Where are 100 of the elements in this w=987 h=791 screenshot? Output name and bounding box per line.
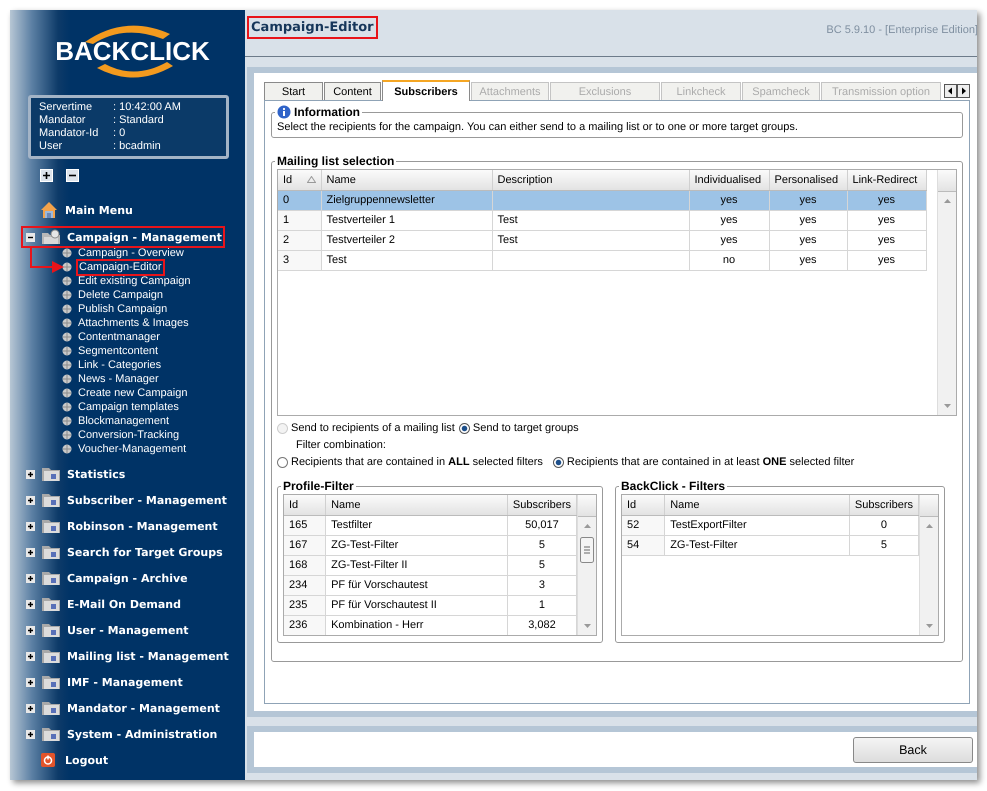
table-row[interactable]: 1 Testverteiler 1 Test yes yes yes	[278, 210, 926, 230]
nav-subitem[interactable]: Delete Campaign	[78, 288, 163, 302]
info-text: Select the recipients for the campaign. You can either send to a mailing list or to one or more target groups.	[277, 121, 799, 133]
nav-group[interactable]: System - Administration	[67, 728, 218, 740]
nav-group[interactable]: Subscriber - Management	[67, 494, 227, 506]
tab[interactable]: Subscribers	[382, 80, 470, 101]
table-cell: PF für Vorschautest II	[326, 595, 508, 615]
expand-icon[interactable]	[26, 522, 35, 530]
info-value: : 0	[113, 127, 126, 140]
tab[interactable]: Start	[264, 82, 323, 100]
bullet-icon	[62, 430, 72, 440]
expand-icon[interactable]	[26, 626, 35, 634]
bullet-icon	[62, 262, 72, 272]
column-header[interactable]: Id	[622, 495, 665, 515]
nav-group[interactable]: Mailing list - Management	[67, 650, 229, 662]
expand-icon[interactable]	[26, 652, 35, 660]
radio-button[interactable]	[458, 422, 470, 434]
bullet-icon	[62, 248, 72, 258]
nav-subitem[interactable]: Contentmanager	[78, 330, 160, 344]
nav-subitem[interactable]: Publish Campaign	[78, 302, 168, 316]
collapse-icon[interactable]	[26, 232, 35, 242]
table-cell: 236	[284, 615, 326, 635]
nav-group[interactable]: Campaign - Management	[67, 230, 222, 244]
table-cell: 0	[278, 190, 321, 210]
header-filler	[938, 170, 956, 192]
nav-subitem[interactable]: Segmentcontent	[78, 344, 158, 358]
nav-group[interactable]: Robinson - Management	[67, 520, 218, 532]
folder-icon	[41, 518, 61, 534]
nav-subitem[interactable]: Voucher-Management	[78, 442, 186, 456]
column-header[interactable]: Id	[278, 170, 321, 190]
scroll-left-icon[interactable]	[944, 84, 957, 98]
expand-icon[interactable]	[26, 548, 35, 556]
table-row[interactable]: 3 Test no yes yes	[278, 250, 926, 270]
table-row[interactable]: 0 Zielgruppennewsletter yes yes yes	[278, 190, 926, 210]
column-header[interactable]: Name	[321, 170, 492, 190]
column-header[interactable]: Link-Redirect	[847, 170, 926, 190]
nav-subitem[interactable]: Attachments & Images	[78, 316, 189, 330]
column-header[interactable]: Subscribers	[507, 495, 576, 515]
nav-group[interactable]: IMF - Management	[67, 676, 183, 688]
section-title: BackClick - Filters	[621, 479, 726, 493]
nav-item[interactable]: Logout	[65, 754, 108, 766]
table-cell: ZG-Test-Filter	[664, 535, 850, 555]
nav-group[interactable]: Statistics	[67, 468, 126, 480]
folder-icon	[41, 726, 61, 742]
expand-icon[interactable]	[26, 730, 35, 738]
nav-group[interactable]: Campaign - Archive	[67, 572, 188, 584]
expand-icon[interactable]	[26, 678, 35, 686]
column-header[interactable]: Name	[326, 495, 508, 515]
folder-icon	[41, 622, 61, 638]
scroll-thumb-icon[interactable]	[580, 537, 594, 563]
bullet-icon	[62, 402, 72, 412]
nav-subitem[interactable]: Campaign-Editor	[78, 260, 163, 274]
table-cell: yes	[769, 190, 847, 210]
table-row[interactable]: 2 Testverteiler 2 Test yes yes yes	[278, 230, 926, 250]
table-cell: 54	[622, 535, 665, 555]
column-header[interactable]: Name	[664, 495, 850, 515]
column-header[interactable]: Subscribers	[849, 495, 918, 515]
column-header[interactable]: Personalised	[769, 170, 847, 190]
nav-subitem[interactable]: Blockmanagement	[78, 414, 170, 428]
nav-group[interactable]: Search for Target Groups	[67, 546, 223, 558]
section-title: Mailing list selection	[277, 154, 394, 168]
nav-item[interactable]: Main Menu	[65, 204, 133, 216]
expand-icon[interactable]	[26, 704, 35, 712]
bullet-icon	[62, 318, 72, 328]
scroll-right-icon[interactable]	[957, 84, 970, 98]
nav-group[interactable]: Mandator - Management	[67, 702, 220, 714]
nav-group[interactable]: E-Mail On Demand	[67, 598, 182, 610]
expand-all-icon[interactable]	[40, 169, 53, 182]
folder-icon	[41, 544, 61, 560]
nav-subitem[interactable]: Edit existing Campaign	[78, 274, 191, 288]
expand-icon[interactable]	[26, 600, 35, 608]
column-header[interactable]: Individualised	[689, 170, 769, 190]
expand-icon[interactable]	[26, 574, 35, 582]
version-label: BC 5.9.10 - [Enterprise Edition]	[826, 24, 977, 36]
radio-button[interactable]	[277, 456, 288, 468]
scrollbar[interactable]	[577, 495, 596, 635]
bullet-icon	[62, 374, 72, 384]
nav-subitem[interactable]: Link - Categories	[78, 358, 162, 372]
table-cell: yes	[847, 190, 926, 210]
info-icon	[277, 105, 291, 119]
collapse-all-icon[interactable]	[66, 169, 79, 182]
nav-subitem[interactable]: Campaign - Overview	[78, 246, 184, 260]
column-header[interactable]: Description	[492, 170, 689, 190]
nav-subitem[interactable]: Create new Campaign	[78, 386, 188, 400]
column-header[interactable]: Id	[284, 495, 326, 515]
table-cell: 3	[278, 250, 321, 270]
tab[interactable]: Content	[324, 82, 381, 100]
folder-gear-icon	[41, 229, 61, 245]
nav-subitem[interactable]: News - Manager	[78, 372, 159, 386]
expand-icon[interactable]	[26, 496, 35, 504]
nav-group[interactable]: User - Management	[67, 624, 189, 636]
nav-subitem[interactable]: Campaign templates	[78, 400, 179, 414]
back-button[interactable]: Back	[853, 736, 973, 762]
table-cell: Testfilter	[326, 515, 508, 535]
nav-subitem[interactable]: Conversion-Tracking	[78, 428, 180, 442]
table-cell: Kombination - Herr	[326, 615, 508, 635]
table-cell: yes	[847, 230, 926, 250]
bullet-icon	[62, 416, 72, 426]
radio-button[interactable]	[552, 456, 564, 468]
expand-icon[interactable]	[26, 470, 35, 478]
